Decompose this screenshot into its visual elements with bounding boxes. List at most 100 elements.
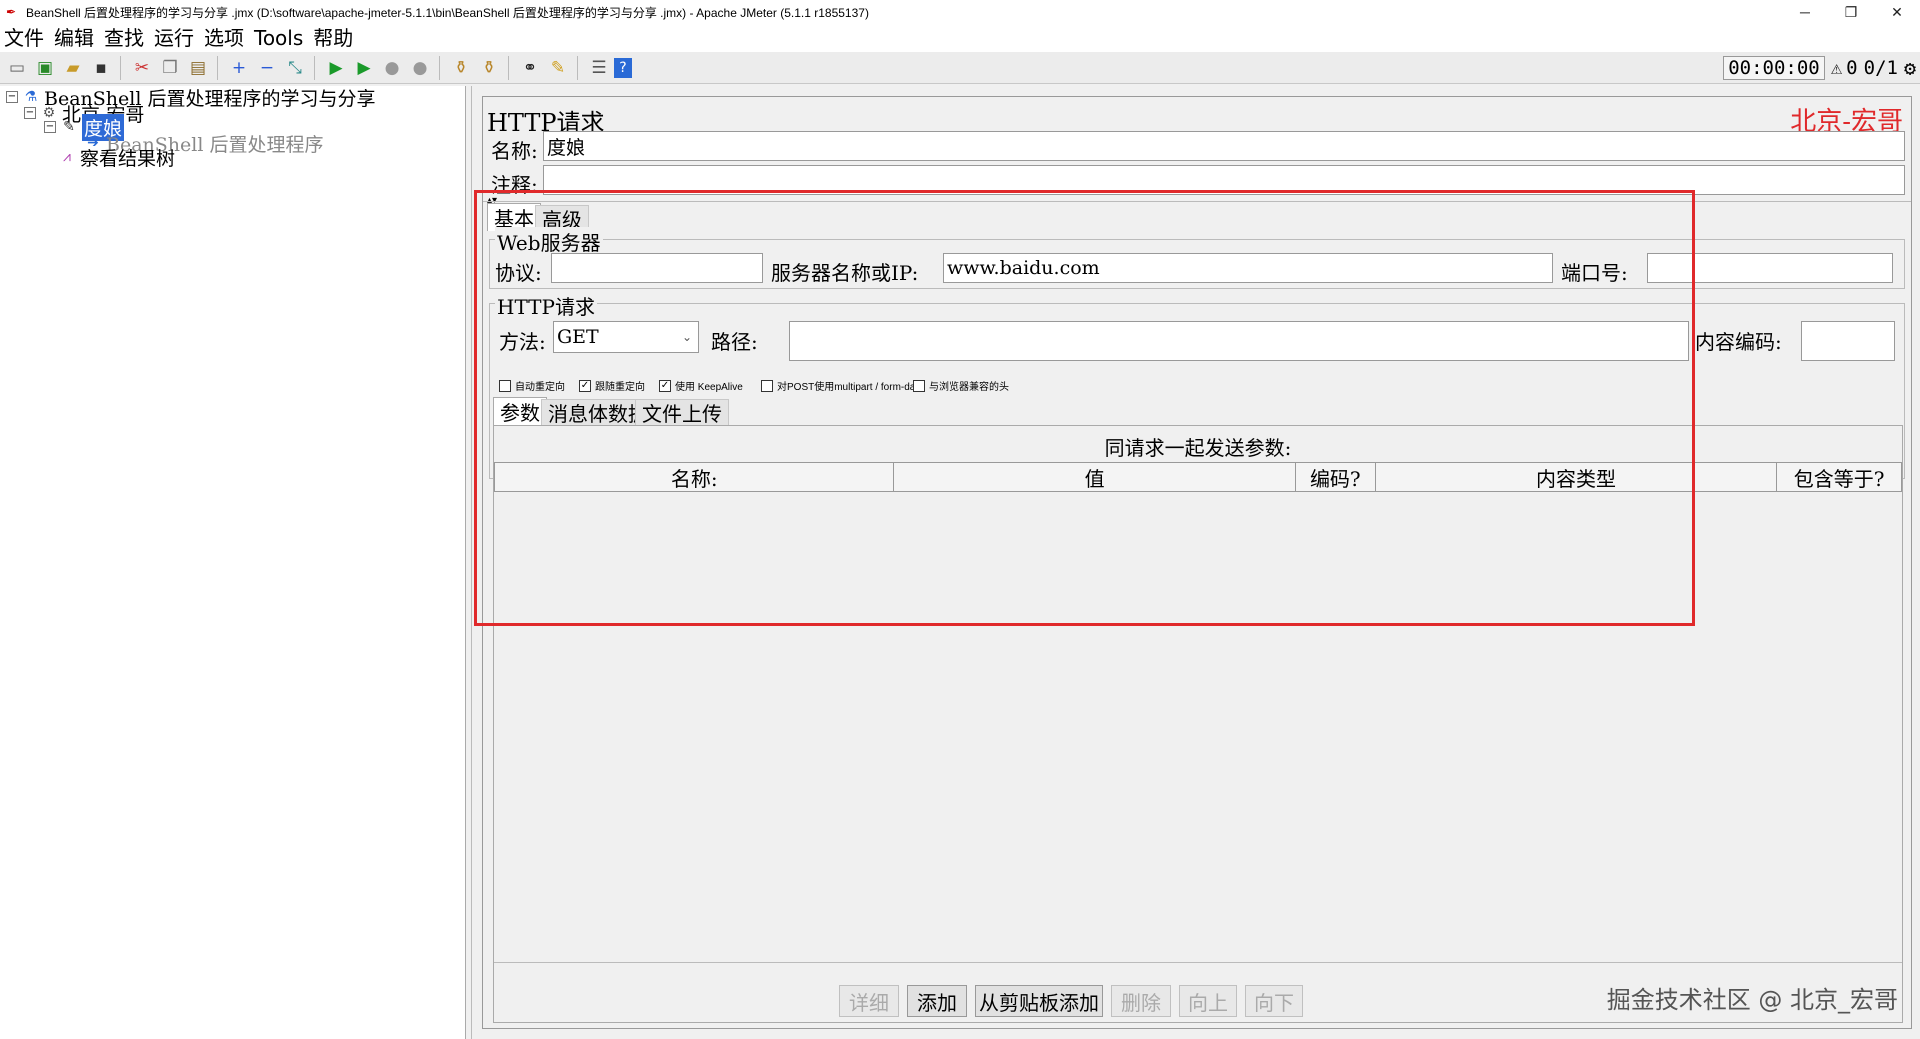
- minimize-button[interactable]: ─: [1782, 0, 1828, 24]
- http-request-legend: HTTP请求: [495, 291, 597, 320]
- jmeter-feather-icon: ✒: [6, 5, 17, 19]
- checkbox-auto-redirect[interactable]: 自动重定向: [499, 378, 565, 393]
- move-up-button[interactable]: 向上: [1179, 985, 1237, 1017]
- tree-node-view-results-tree[interactable]: ⩘ 察看结果树: [58, 146, 175, 170]
- path-field[interactable]: [789, 321, 1689, 361]
- menu-help[interactable]: 帮助: [309, 24, 359, 52]
- detail-button[interactable]: 详细: [839, 985, 899, 1017]
- clear-icon[interactable]: ⚱: [448, 55, 474, 81]
- checkbox-browser-headers[interactable]: 与浏览器兼容的头: [913, 378, 1009, 393]
- port-label: 端口号:: [1561, 261, 1628, 285]
- panel-splitter[interactable]: [466, 86, 472, 1039]
- tab-file-upload[interactable]: 文件上传: [635, 399, 729, 426]
- name-field[interactable]: 度娘: [543, 131, 1905, 161]
- content-encoding-field[interactable]: [1801, 321, 1895, 361]
- templates-icon[interactable]: ▣: [32, 55, 58, 81]
- server-label: 服务器名称或IP:: [771, 261, 919, 285]
- toolbar-separator: [314, 55, 320, 80]
- checkbox-box[interactable]: [913, 379, 925, 392]
- column-name[interactable]: 名称:: [495, 463, 895, 491]
- checkbox-label: 自动重定向: [515, 382, 565, 393]
- save-icon[interactable]: ▪: [88, 55, 114, 81]
- collapse-toggle[interactable]: −: [44, 121, 56, 133]
- checkbox-label: 与浏览器兼容的头: [929, 382, 1009, 393]
- start-no-pause-icon[interactable]: ▶: [351, 55, 377, 81]
- protocol-label: 协议:: [495, 261, 542, 285]
- menu-tools[interactable]: Tools: [250, 24, 309, 52]
- port-field[interactable]: [1647, 253, 1893, 283]
- help-icon[interactable]: ?: [614, 57, 632, 78]
- copy-icon[interactable]: ❐: [157, 55, 183, 81]
- web-server-legend: Web服务器: [495, 227, 603, 256]
- paste-icon[interactable]: ▤: [185, 55, 211, 81]
- comment-label: 注释:: [491, 173, 538, 197]
- function-helper-icon[interactable]: ☰: [586, 55, 612, 81]
- close-button[interactable]: ✕: [1874, 0, 1920, 24]
- clear-all-icon[interactable]: ⚱: [476, 55, 502, 81]
- restore-button[interactable]: ❐: [1828, 0, 1874, 24]
- checkbox-box[interactable]: [761, 379, 773, 392]
- sampler-pipette-icon: ✎: [63, 119, 75, 135]
- checkbox-box[interactable]: [499, 379, 511, 392]
- checkbox-box[interactable]: ✓: [579, 379, 591, 392]
- warning-icon[interactable]: ⚠: [1831, 57, 1842, 79]
- collapse-toggle[interactable]: −: [6, 91, 18, 103]
- parameters-panel: 同请求一起发送参数: 名称: 值 编码? 内容类型 包含等于?: [493, 425, 1903, 1023]
- toggle-icon[interactable]: ⤡: [282, 55, 308, 81]
- column-value[interactable]: 值: [894, 463, 1296, 491]
- divider: [494, 962, 1902, 963]
- column-include-equals[interactable]: 包含等于?: [1777, 463, 1901, 491]
- toolbar-separator: [217, 55, 223, 80]
- start-icon[interactable]: ▶: [323, 55, 349, 81]
- column-content-type[interactable]: 内容类型: [1376, 463, 1778, 491]
- method-value: GET: [557, 326, 599, 348]
- footer-watermark: 掘金技术社区 @ 北京_宏哥: [1606, 986, 1898, 1014]
- name-label: 名称:: [491, 139, 538, 163]
- shutdown-icon[interactable]: ●: [407, 55, 433, 81]
- checkbox-label: 使用 KeepAlive: [675, 382, 743, 393]
- open-icon[interactable]: ▰: [60, 55, 86, 81]
- checkbox-follow-redirects[interactable]: ✓ 跟随重定向: [579, 378, 645, 393]
- method-label: 方法:: [499, 330, 546, 354]
- menu-search[interactable]: 查找: [100, 24, 150, 52]
- server-field[interactable]: www.baidu.com: [943, 253, 1553, 283]
- toolbar-separator: [577, 55, 583, 80]
- tab-parameters[interactable]: 参数: [493, 397, 547, 425]
- new-icon[interactable]: ▭: [4, 55, 30, 81]
- window-titlebar: ✒ BeanShell 后置处理程序的学习与分享 .jmx (D:\softwa…: [0, 0, 1920, 24]
- expand-icon[interactable]: +: [226, 55, 252, 81]
- params-table-header: 名称: 值 编码? 内容类型 包含等于?: [494, 462, 1902, 492]
- chevron-down-icon: ⌄: [681, 330, 692, 344]
- remote-status-icon: ⚙: [1903, 56, 1916, 80]
- params-table-body[interactable]: [494, 492, 1902, 962]
- menu-edit[interactable]: 编辑: [50, 24, 100, 52]
- menu-bar: 文件 编辑 查找 运行 选项 Tools 帮助: [0, 24, 1920, 52]
- method-select[interactable]: GET ⌄: [553, 321, 699, 353]
- sampler-panel: HTTP请求 北京-宏哥 名称: 度娘 注释: ▴▾ 基本 高级 Web服务器 …: [474, 86, 1920, 1039]
- content-encoding-label: 内容编码:: [1695, 330, 1782, 354]
- checkbox-box[interactable]: ✓: [659, 379, 671, 392]
- divider: [483, 201, 1911, 202]
- menu-file[interactable]: 文件: [0, 24, 50, 52]
- add-button[interactable]: 添加: [907, 985, 967, 1017]
- checkbox-keepalive[interactable]: ✓ 使用 KeepAlive: [659, 378, 743, 393]
- protocol-field[interactable]: [551, 253, 763, 283]
- checkbox-multipart[interactable]: 对POST使用multipart / form-data: [761, 378, 924, 393]
- thread-count: 0/1: [1863, 57, 1898, 79]
- move-down-button[interactable]: 向下: [1245, 985, 1303, 1017]
- comment-field[interactable]: [543, 165, 1905, 195]
- toolbar-separator: [508, 55, 514, 80]
- stop-icon[interactable]: ●: [379, 55, 405, 81]
- add-from-clipboard-button[interactable]: 从剪贴板添加: [975, 985, 1103, 1017]
- reset-search-icon[interactable]: ✎: [545, 55, 571, 81]
- search-icon[interactable]: ⚭: [517, 55, 543, 81]
- collapse-icon[interactable]: −: [254, 55, 280, 81]
- path-label: 路径:: [711, 330, 758, 354]
- menu-run[interactable]: 运行: [150, 24, 200, 52]
- collapse-toggle[interactable]: −: [24, 107, 36, 119]
- delete-button[interactable]: 删除: [1111, 985, 1171, 1017]
- column-encode[interactable]: 编码?: [1296, 463, 1376, 491]
- menu-options[interactable]: 选项: [200, 24, 250, 52]
- elapsed-timer: 00:00:00: [1723, 56, 1825, 80]
- cut-icon[interactable]: ✂: [129, 55, 155, 81]
